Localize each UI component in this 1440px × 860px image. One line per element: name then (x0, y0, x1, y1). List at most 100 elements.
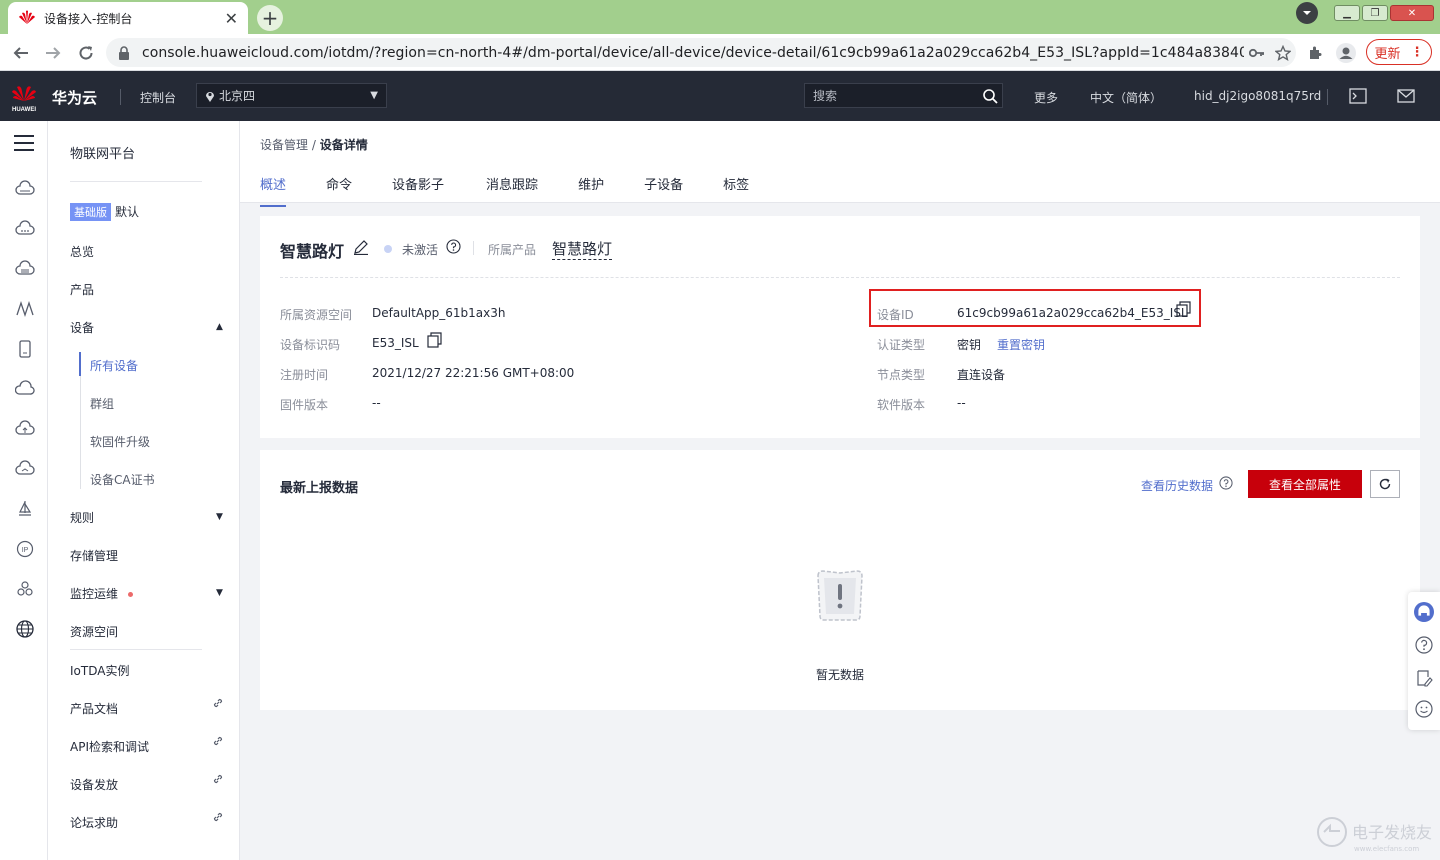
subnav-item-device[interactable]: 设备 (70, 319, 94, 336)
tab-message-trace[interactable]: 消息跟踪 (486, 174, 538, 207)
reset-secret-link[interactable]: 重置密钥 (997, 336, 1045, 353)
device-status: 未激活 (402, 243, 439, 257)
tab-overview[interactable]: 概述 (260, 174, 287, 207)
help-circle-icon[interactable] (446, 239, 461, 254)
cloud-outline-icon[interactable] (15, 379, 35, 399)
history-data-link[interactable]: 查看历史数据 (1141, 477, 1213, 494)
user-menu[interactable]: hid_dj2igo8081q75rd (1194, 89, 1321, 103)
subnav-item-iotda[interactable]: IoTDA实例 (70, 662, 129, 679)
network-wave-icon[interactable] (15, 299, 35, 319)
mail-icon[interactable] (1397, 87, 1415, 105)
external-link-icon[interactable] (212, 773, 224, 785)
chevron-down-icon[interactable]: ▼ (216, 588, 223, 598)
subnav-item-ca[interactable]: 设备CA证书 (90, 471, 155, 488)
menu-hamburger-icon[interactable] (14, 135, 34, 151)
tab-sub-devices[interactable]: 子设备 (644, 174, 683, 207)
restore-icon[interactable]: ❐ (1362, 5, 1388, 21)
external-link-icon[interactable] (212, 811, 224, 823)
key-icon[interactable] (1244, 48, 1270, 58)
subnav-item-firmware[interactable]: 软固件升级 (90, 433, 150, 450)
brand-name[interactable]: 华为云 (52, 87, 97, 108)
tab-maintenance[interactable]: 维护 (578, 174, 604, 207)
view-all-properties-button[interactable]: 查看全部属性 (1248, 470, 1362, 498)
minimize-icon[interactable]: ▁ (1334, 5, 1360, 21)
help-icon[interactable] (1414, 635, 1434, 655)
subnav-item-resource-space[interactable]: 资源空间 (70, 623, 118, 640)
iot-sub-navigation: 物联网平台 基础版 默认 总览 产品 设备 ▲ 所有设备 群组 软固件升级 设备C… (48, 121, 240, 860)
tab-command[interactable]: 命令 (326, 174, 352, 207)
edition-selector[interactable]: 基础版 默认 (70, 203, 139, 221)
terminal-icon[interactable] (1349, 87, 1367, 105)
region-selector[interactable]: 北京四 ▼ (196, 83, 387, 108)
subnav-item-forum[interactable]: 论坛求助 (70, 814, 118, 831)
url-text[interactable]: console.huaweicloud.com/iotdm/?region=cn… (142, 45, 1244, 61)
external-link-icon[interactable] (212, 735, 224, 747)
window-controls: ▁ ❐ ✕ (1296, 2, 1434, 24)
device-phone-icon[interactable] (15, 339, 35, 359)
subnav-item-group[interactable]: 群组 (90, 395, 114, 412)
refresh-button[interactable] (1370, 470, 1400, 498)
chevron-down-icon[interactable]: ▼ (216, 512, 223, 522)
subnav-item-overview[interactable]: 总览 (70, 243, 94, 260)
software-version-value: -- (957, 396, 966, 410)
cloud-sync-icon[interactable] (15, 459, 35, 479)
product-link[interactable]: 智慧路灯 (552, 238, 613, 260)
cloud-storage-icon[interactable] (15, 259, 35, 279)
subnav-item-all-devices[interactable]: 所有设备 (90, 357, 138, 374)
chevron-up-icon[interactable]: ▲ (216, 322, 223, 332)
detail-tabs: 概述 命令 设备影子 消息跟踪 维护 子设备 标签 (260, 174, 749, 207)
watermark-text: 电子发烧友 (1352, 823, 1432, 842)
cloud-dots-icon[interactable] (15, 219, 35, 239)
url-bar[interactable]: console.huaweicloud.com/iotdm/?region=cn… (106, 38, 1296, 67)
node-id-value: E53_ISL (372, 336, 419, 350)
subnav-item-api[interactable]: API检索和调试 (70, 738, 149, 755)
auth-type-value: 密钥 (957, 338, 982, 352)
sailboat-icon[interactable] (15, 499, 35, 519)
tab-tags[interactable]: 标签 (723, 174, 749, 207)
subnav-item-storage[interactable]: 存储管理 (70, 547, 118, 564)
globe-icon[interactable] (15, 619, 35, 639)
help-circle-icon[interactable] (1219, 476, 1233, 490)
profile-avatar-icon[interactable] (1336, 43, 1356, 63)
feedback-icon[interactable] (1414, 668, 1434, 688)
external-link-icon[interactable] (212, 697, 224, 709)
browser-update-button[interactable]: 更新 ⋮ (1366, 39, 1432, 65)
edit-pencil-icon[interactable] (353, 239, 369, 255)
empty-data-icon (817, 570, 863, 621)
tab-close-icon[interactable]: ✕ (225, 9, 238, 28)
customer-service-icon[interactable] (1414, 602, 1434, 622)
device-id-value: 61c9cb99a61a2a029cca62b4_E53_ISL (957, 306, 1188, 320)
breadcrumb-parent-link[interactable]: 设备管理 (260, 138, 308, 152)
more-menu[interactable]: 更多 (1034, 89, 1058, 106)
ip-icon[interactable]: IP (15, 539, 35, 559)
divider (473, 241, 474, 255)
browser-tab[interactable]: 设备接入-控制台 ✕ (8, 2, 248, 34)
subnav-item-provision[interactable]: 设备发放 (70, 776, 118, 793)
cloud-service-icon[interactable] (15, 179, 35, 199)
cloud-upload-icon[interactable] (15, 419, 35, 439)
tab-shadow[interactable]: 设备影子 (392, 174, 444, 207)
back-icon[interactable] (10, 42, 32, 64)
reload-icon[interactable] (75, 42, 97, 64)
extensions-icon[interactable] (1305, 43, 1325, 63)
subnav-item-rules[interactable]: 规则 (70, 509, 94, 526)
copy-icon[interactable] (1175, 301, 1191, 317)
subnav-item-monitor[interactable]: 监控运维 (70, 585, 134, 602)
language-menu[interactable]: 中文（简体） (1090, 89, 1162, 106)
cluster-icon[interactable] (15, 579, 35, 599)
window-close-icon[interactable]: ✕ (1390, 5, 1434, 21)
subnav-item-product[interactable]: 产品 (70, 281, 94, 298)
subnav-item-docs[interactable]: 产品文档 (70, 700, 118, 717)
search-placeholder: 搜索 (813, 89, 838, 103)
search-icon[interactable] (982, 88, 998, 104)
copy-icon[interactable] (426, 332, 442, 348)
more-vert-icon: ⋮ (1410, 44, 1424, 60)
global-search-input[interactable]: 搜索 (804, 83, 1003, 108)
new-tab-icon[interactable]: + (257, 5, 283, 31)
forward-icon[interactable] (42, 42, 64, 64)
smiley-survey-icon[interactable] (1414, 699, 1434, 719)
huawei-logo[interactable]: HUAWEI (8, 81, 40, 113)
bookmark-star-icon[interactable] (1270, 44, 1296, 61)
console-link[interactable]: 控制台 (140, 89, 176, 106)
tab-search-icon[interactable] (1296, 2, 1318, 24)
